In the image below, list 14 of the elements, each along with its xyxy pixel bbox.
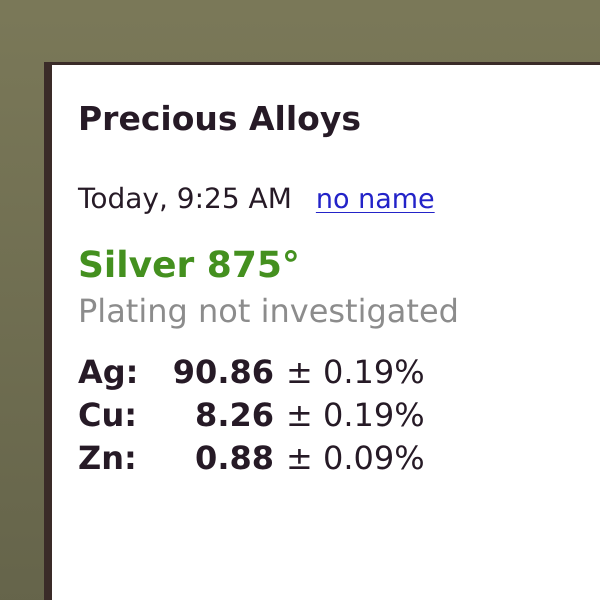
sample-name-link[interactable]: no name [316,183,435,217]
element-uncertainty: ± 0.19% [286,352,425,393]
element-symbol: Zn: [78,438,137,479]
element-percentage: 0.88 [195,438,274,479]
plating-note: Plating not investigated [78,292,459,330]
page-title: Precious Alloys [78,99,361,139]
element-symbol: Ag: [78,352,138,393]
element-percentage: 8.26 [195,395,274,436]
alloy-grade: Silver 875° [78,244,300,288]
element-symbol: Cu: [78,395,138,436]
element-percentage: 90.86 [172,352,274,393]
element-uncertainty: ± 0.09% [286,438,425,479]
element-uncertainty: ± 0.19% [286,395,425,436]
timestamp: Today, 9:25 AM [78,182,292,216]
